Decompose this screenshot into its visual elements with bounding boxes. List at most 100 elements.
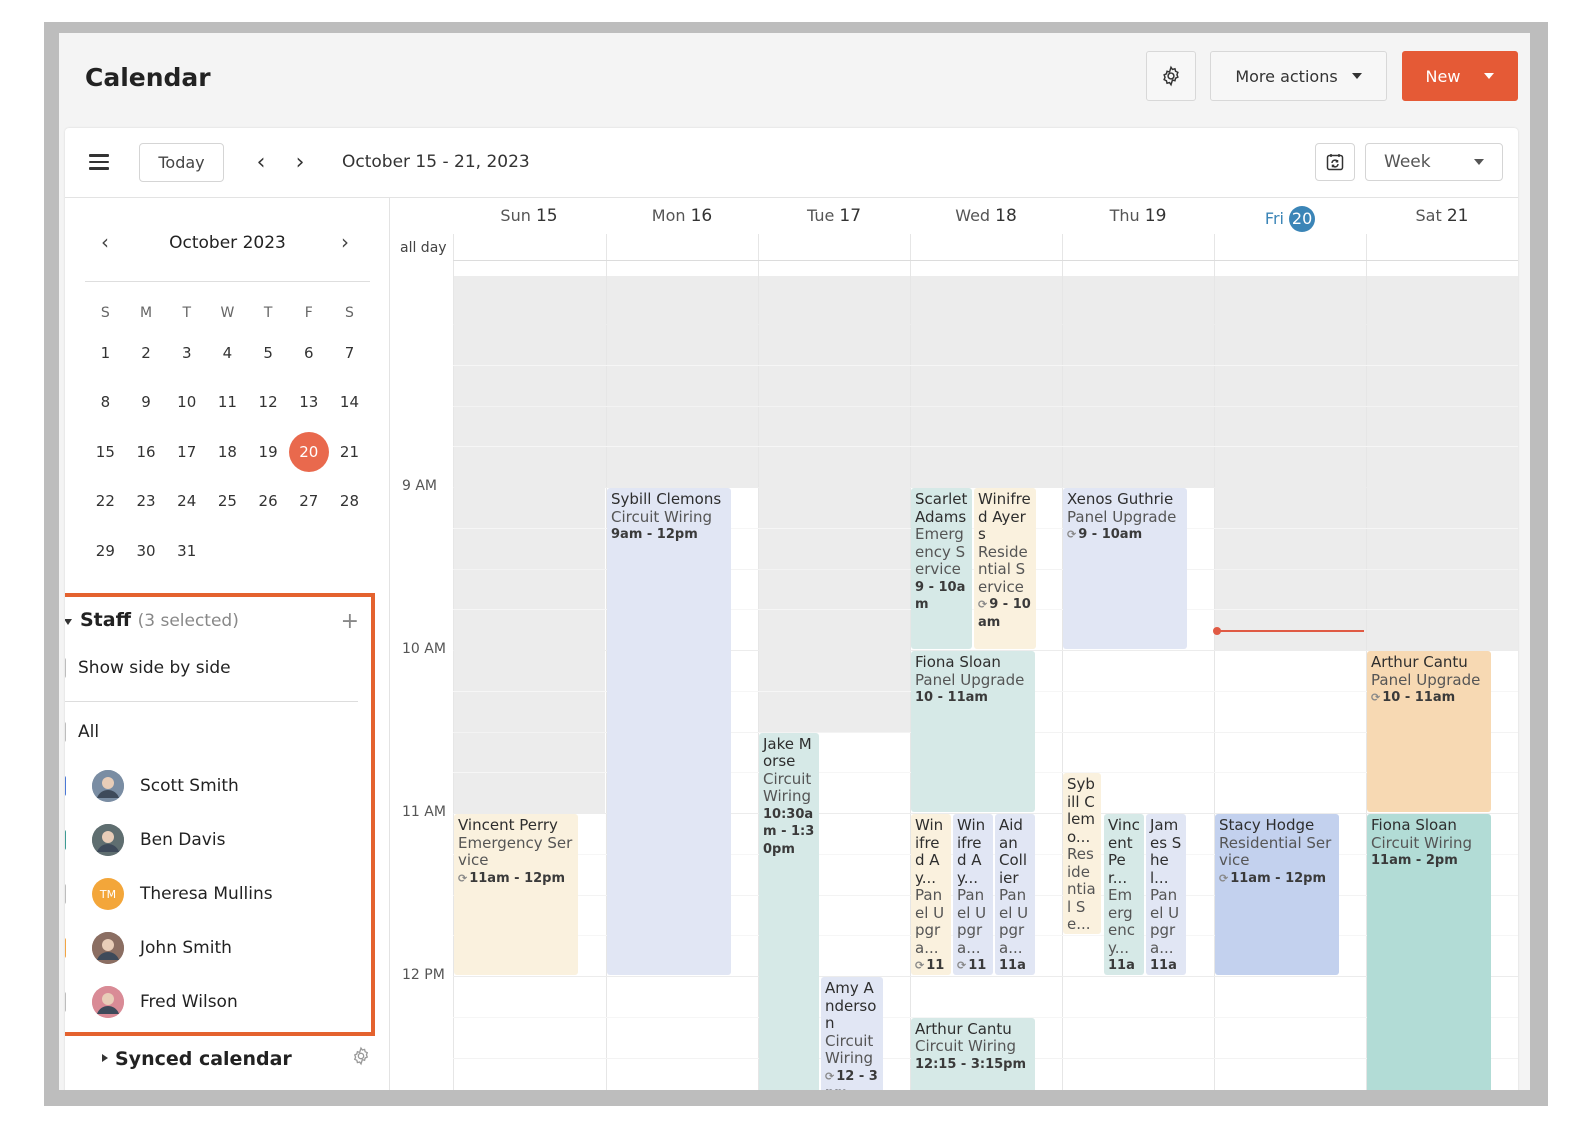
- calendar-event[interactable]: Winifred Ay...Panel Upgra...⟳11a...: [953, 814, 993, 975]
- mini-calendar-header: October 2023 ‹ ›: [85, 230, 370, 258]
- mini-day[interactable]: 12: [248, 393, 289, 411]
- mini-day[interactable]: 17: [166, 443, 207, 461]
- staff-member-row[interactable]: Ben Davis: [65, 824, 225, 856]
- add-staff-icon[interactable]: +: [341, 609, 359, 634]
- mini-day[interactable]: 25: [207, 492, 248, 510]
- day-header-sat[interactable]: Sat 21: [1366, 206, 1518, 226]
- recurring-icon: ⟳: [978, 598, 988, 611]
- menu-icon[interactable]: [89, 154, 109, 170]
- day-header-mon[interactable]: Mon 16: [606, 206, 758, 226]
- mini-day-number: 23: [136, 492, 156, 511]
- day-header-tue[interactable]: Tue 17: [758, 206, 910, 226]
- event-time: 11am - 2pm: [1371, 852, 1487, 870]
- checkbox[interactable]: [65, 992, 66, 1012]
- mini-day[interactable]: 22: [85, 492, 126, 510]
- mini-day[interactable]: 7: [329, 344, 370, 362]
- mini-day[interactable]: 15: [85, 443, 126, 461]
- checkbox[interactable]: [65, 884, 66, 904]
- caret-right-icon[interactable]: [102, 1054, 108, 1062]
- calendar-event[interactable]: Amy AndersonCircuit Wiring⟳12 - 3pm: [821, 977, 883, 1090]
- event-service: Panel Upgrade: [915, 670, 1025, 689]
- mini-day[interactable]: 21: [329, 443, 370, 461]
- caret-down-icon[interactable]: [65, 619, 72, 625]
- calendar-event[interactable]: Scarlet Adams Emergency Service 9 - 10am: [911, 488, 972, 649]
- staff-heading[interactable]: Staff (3 selected): [80, 609, 239, 631]
- day-header-sun[interactable]: Sun 15: [453, 206, 605, 226]
- calendar-event[interactable]: Sybill Clemo...Residential Se...10:45 -.…: [1063, 773, 1101, 935]
- day-header-wed[interactable]: Wed 18: [910, 206, 1062, 226]
- mini-day[interactable]: 3: [166, 344, 207, 362]
- checkbox[interactable]: [65, 830, 66, 850]
- new-button[interactable]: New: [1402, 51, 1518, 101]
- staff-all-toggle[interactable]: All: [65, 717, 99, 747]
- mini-day[interactable]: 10: [166, 393, 207, 411]
- day-header-fri[interactable]: Fri 20: [1214, 206, 1366, 232]
- calendar-event[interactable]: Sybill Clemons Circuit Wiring 9am - 12pm: [607, 488, 731, 975]
- mini-day[interactable]: 19: [248, 443, 289, 461]
- day-header-weekday: Sat: [1415, 206, 1442, 225]
- mini-day[interactable]: 16: [126, 443, 167, 461]
- calendar-event[interactable]: Winifred Ay...Panel Upgra...⟳11a...: [911, 814, 951, 975]
- calendar-event[interactable]: Arthur Cantu Circuit Wiring 12:15 - 3:15pm: [911, 1017, 1035, 1090]
- day-header-thu[interactable]: Thu 19: [1062, 206, 1214, 226]
- date-range: October 15 - 21, 2023: [342, 152, 530, 172]
- checkbox[interactable]: [65, 658, 66, 678]
- mini-day[interactable]: 5: [248, 344, 289, 362]
- mini-day[interactable]: 4: [207, 344, 248, 362]
- calendar-event[interactable]: Fiona Sloan Panel Upgrade 10 - 11am: [911, 651, 1035, 812]
- mini-day[interactable]: 2: [126, 344, 167, 362]
- staff-member-row[interactable]: Fred Wilson: [65, 986, 238, 1018]
- settings-button[interactable]: [1146, 51, 1196, 101]
- mini-day[interactable]: 14: [329, 393, 370, 411]
- mini-day[interactable]: 9: [126, 393, 167, 411]
- staff-member-row[interactable]: TM Theresa Mullins: [65, 878, 273, 910]
- staff-member-row[interactable]: Scott Smith: [65, 770, 239, 802]
- previous-week-button[interactable]: ‹: [249, 150, 273, 175]
- event-time: ⟳ 10 - 11am: [1371, 689, 1487, 707]
- checkbox[interactable]: [65, 722, 66, 742]
- checkbox[interactable]: [65, 776, 66, 796]
- calendar-event[interactable]: Stacy Hodge Residential Service ⟳ 11am - 12…: [1215, 814, 1339, 975]
- show-side-by-side-toggle[interactable]: Show side by side: [65, 653, 231, 683]
- mini-day[interactable]: 30: [126, 542, 167, 560]
- next-week-button[interactable]: ›: [288, 150, 312, 175]
- mini-day[interactable]: 29: [85, 542, 126, 560]
- mini-day[interactable]: 6: [288, 344, 329, 362]
- event-service: Circuit Wiring: [825, 1031, 874, 1067]
- calendar-event[interactable]: Vincent Per...Emergency...11am -...: [1104, 814, 1144, 975]
- more-actions-button[interactable]: More actions: [1210, 51, 1387, 101]
- calendar-event[interactable]: Jake Morse Circuit Wiring 10:30am - 1:30pm: [759, 732, 819, 1090]
- view-select[interactable]: Week: [1365, 143, 1503, 181]
- mini-day[interactable]: 1: [85, 344, 126, 362]
- today-button[interactable]: Today: [139, 143, 224, 182]
- calendar-event[interactable]: Vincent Perry Emergency Service ⟳ 11am - 12…: [454, 814, 578, 975]
- checkbox[interactable]: [65, 938, 66, 958]
- mini-day[interactable]: 28: [329, 492, 370, 510]
- mini-day[interactable]: 20: [288, 431, 329, 472]
- mini-day[interactable]: 26: [248, 492, 289, 510]
- current-time-line: [1214, 630, 1364, 633]
- mini-day[interactable]: 27: [288, 492, 329, 510]
- calendar-event[interactable]: Fiona Sloan Circuit Wiring 11am - 2pm: [1367, 814, 1491, 1090]
- synced-calendar-settings-button[interactable]: [351, 1046, 371, 1070]
- calendar-event[interactable]: Xenos Guthrie Panel Upgrade ⟳ 9 - 10am: [1063, 488, 1187, 649]
- mini-prev-month-button[interactable]: ‹: [101, 230, 109, 254]
- event-client-name: Jake Morse: [763, 734, 812, 770]
- calendar-event[interactable]: Arthur Cantu Panel Upgrade ⟳ 10 - 11am: [1367, 651, 1491, 812]
- synced-calendar-heading[interactable]: Synced calendar: [115, 1048, 292, 1070]
- staff-member-row[interactable]: John Smith: [65, 932, 232, 964]
- mini-day[interactable]: 31: [166, 542, 207, 560]
- mini-day[interactable]: 18: [207, 443, 248, 461]
- mini-next-month-button[interactable]: ›: [341, 230, 349, 254]
- mini-day[interactable]: 23: [126, 492, 167, 510]
- calendar-event[interactable]: Winifred Ayers Residential Service ⟳ 9 - 10…: [974, 488, 1036, 649]
- calendar-event[interactable]: Aidan CollierPanel Upgra...11am -...: [995, 814, 1035, 975]
- event-client-name: Sybill Clemo...: [1067, 775, 1096, 846]
- mini-day[interactable]: 24: [166, 492, 207, 510]
- recurring-icon: ⟳: [1371, 691, 1381, 704]
- calendar-event[interactable]: James Shel...Panel Upgra...11am -...: [1146, 814, 1186, 975]
- mini-day[interactable]: 8: [85, 393, 126, 411]
- mini-day[interactable]: 11: [207, 393, 248, 411]
- jump-to-date-button[interactable]: [1315, 143, 1355, 181]
- mini-day[interactable]: 13: [288, 393, 329, 411]
